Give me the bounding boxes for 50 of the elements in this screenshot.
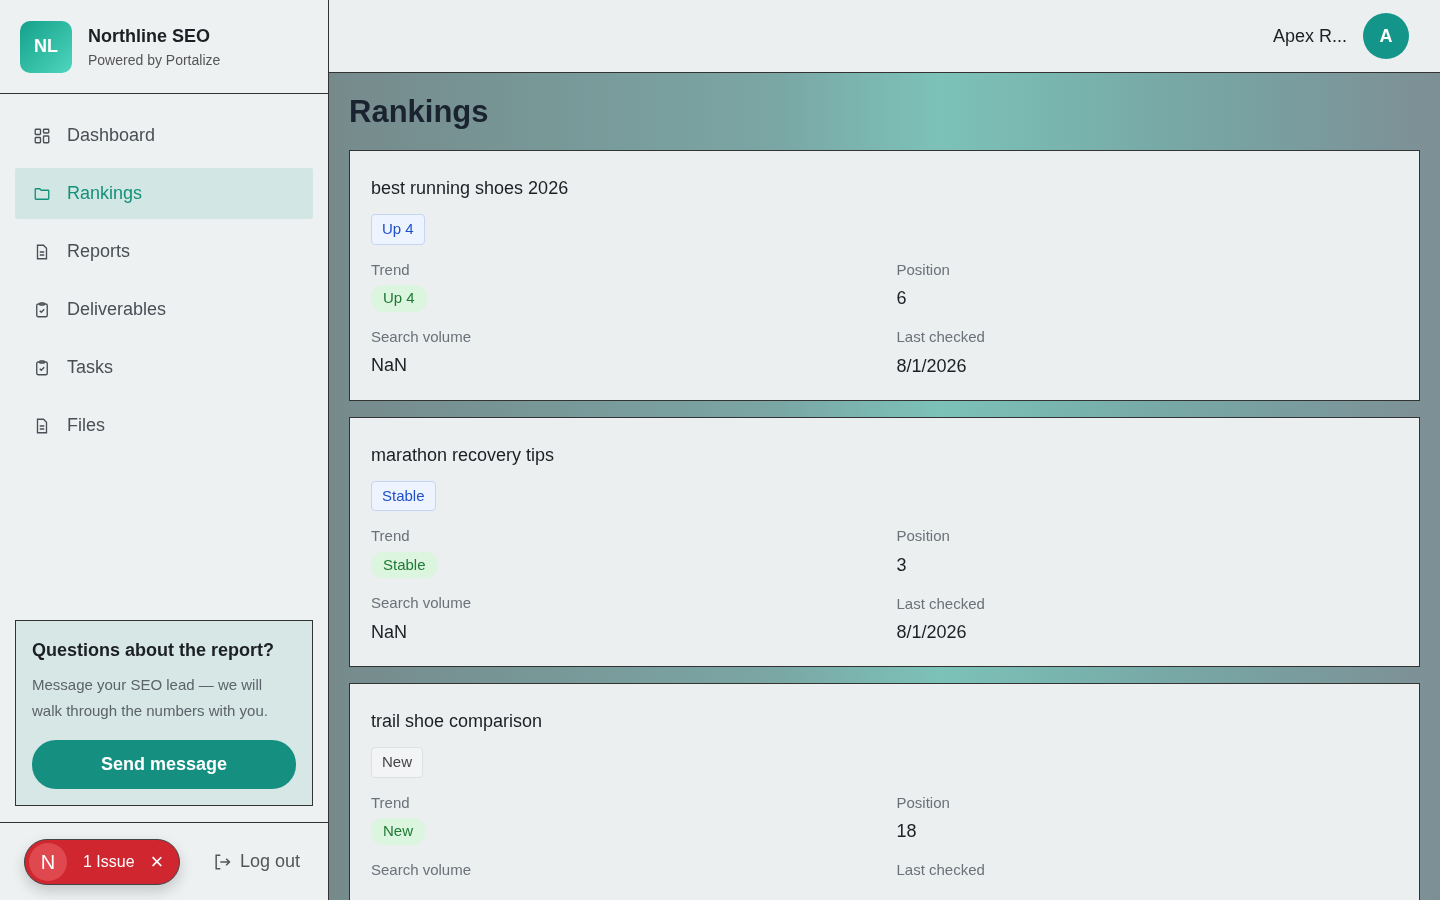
field-value: 8/1/2026 bbox=[896, 621, 968, 645]
nav-item[interactable]: Reports bbox=[15, 226, 313, 277]
keyword: trail shoe comparison bbox=[371, 710, 544, 734]
field-value: 6 bbox=[896, 287, 908, 311]
status-tag: Stable bbox=[371, 480, 436, 512]
field-label: Search volume bbox=[371, 593, 473, 614]
field-label: Trend bbox=[371, 526, 411, 547]
field-value: 3 bbox=[896, 553, 908, 577]
nav-item[interactable]: Dashboard bbox=[15, 110, 313, 161]
field-label: Last checked bbox=[896, 860, 986, 881]
field-label: Search volume bbox=[371, 859, 473, 880]
page-title: Rankings bbox=[349, 93, 490, 131]
field-label: Search volume bbox=[371, 326, 473, 347]
field-label: Last checked bbox=[896, 593, 986, 614]
field-label: Last checked bbox=[896, 327, 986, 348]
keyword: best running shoes 2026 bbox=[371, 177, 570, 201]
close-icon[interactable]: × bbox=[150, 845, 164, 878]
grid-icon bbox=[33, 126, 51, 145]
user-avatar[interactable]: A bbox=[1363, 13, 1409, 59]
field-label: Position bbox=[896, 792, 951, 813]
help-text: Message your SEO lead — we will walk through the numbers with you. bbox=[32, 675, 269, 721]
field-value: NaN bbox=[371, 354, 408, 378]
brand-name: Northline SEO bbox=[88, 24, 211, 48]
send-message-button[interactable]: Send message bbox=[32, 740, 296, 789]
field-label: Trend bbox=[371, 792, 411, 813]
field-value: 8/1/2026 bbox=[896, 354, 968, 378]
field-label: Trend bbox=[371, 259, 411, 280]
help-title: Questions about the report? bbox=[32, 639, 275, 662]
status-tag: New bbox=[371, 747, 423, 778]
nav-item[interactable]: Tasks bbox=[15, 342, 313, 393]
field-value: NaN bbox=[371, 620, 408, 644]
logo: NL bbox=[20, 20, 72, 73]
nav-item[interactable]: Files bbox=[15, 400, 313, 451]
field-label: Position bbox=[896, 526, 951, 547]
trend-pill: New bbox=[371, 818, 425, 845]
issue-count: 1 Issue bbox=[83, 851, 135, 872]
keyword: marathon recovery tips bbox=[371, 443, 556, 467]
user-name: Apex R... bbox=[1272, 24, 1347, 48]
nav-item[interactable]: Deliverables bbox=[15, 284, 313, 335]
field-value: 18 bbox=[896, 820, 918, 844]
avatar: N bbox=[29, 842, 67, 881]
status-tag: Up 4 bbox=[371, 214, 425, 245]
issue-badge[interactable]: N 1 Issue × bbox=[24, 838, 181, 885]
field-label: Position bbox=[896, 259, 951, 280]
brand-tagline: Powered by Portalize bbox=[88, 50, 221, 70]
trend-pill: Stable bbox=[371, 551, 438, 579]
trend-pill: Up 4 bbox=[371, 285, 427, 312]
clipboard-icon bbox=[33, 300, 51, 319]
logout-link[interactable]: Log out bbox=[211, 848, 300, 875]
clipboard-icon bbox=[33, 358, 51, 377]
